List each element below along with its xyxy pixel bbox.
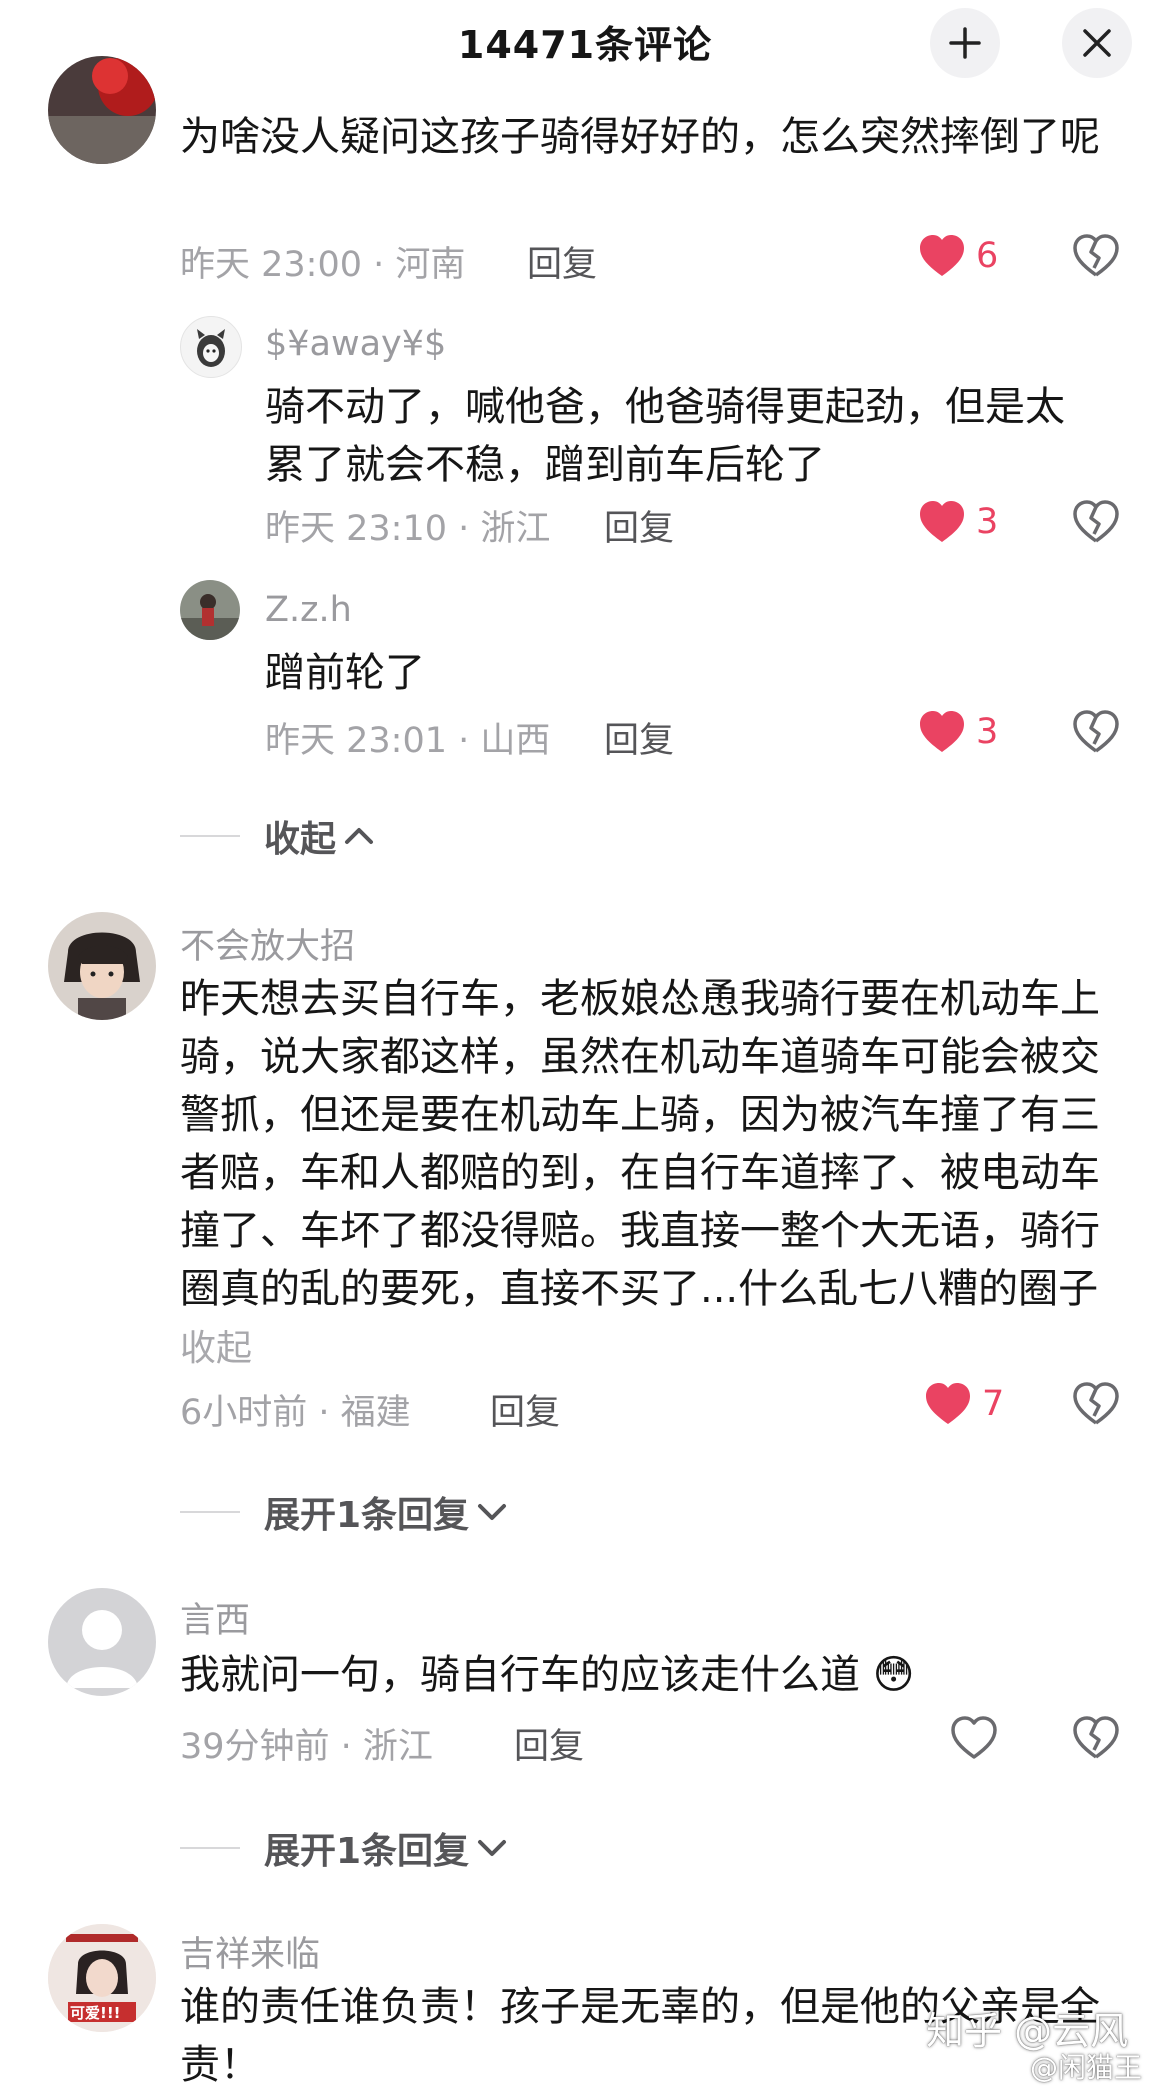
- like-button[interactable]: 3: [918, 710, 998, 754]
- comment-meta: 39分钟前 · 浙江: [180, 1727, 433, 1767]
- broken-heart-icon: [1073, 1716, 1119, 1759]
- broken-heart-icon: [1073, 500, 1119, 543]
- heart-filled-icon: [920, 501, 964, 542]
- broken-heart-icon: [1073, 234, 1119, 277]
- username[interactable]: 吉祥来临: [180, 1926, 320, 1977]
- like-count: 3: [976, 502, 999, 542]
- close-button[interactable]: [1062, 8, 1132, 78]
- reply-button[interactable]: 回复: [514, 1718, 584, 1769]
- comment-meta: 昨天 23:10 · 浙江: [265, 509, 551, 549]
- comments-header: 14471条评论: [0, 0, 1170, 84]
- broken-heart-icon: [1073, 1382, 1119, 1425]
- comment-body: 我就问一句，骑自行车的应该走什么道: [180, 1652, 860, 1698]
- expand-label: 展开1条回复: [264, 1831, 470, 1872]
- expand-replies-button[interactable]: 展开1条回复: [180, 1486, 509, 1538]
- chevron-down-icon: [478, 1840, 507, 1856]
- heart-filled-icon: [920, 235, 964, 276]
- comment-body: 昨天想去买自行车，老板娘怂恿我骑行要在机动车上骑，说大家都这样，虽然在机动车道骑…: [180, 976, 1100, 1312]
- comment-text: 蹭前轮了: [265, 650, 425, 696]
- avatar[interactable]: [180, 580, 240, 640]
- username[interactable]: 言西: [180, 1592, 250, 1643]
- like-count: 3: [976, 712, 999, 752]
- like-button[interactable]: 3: [918, 500, 998, 544]
- default-avatar-icon: [66, 1610, 138, 1688]
- like-button[interactable]: [950, 1716, 1008, 1760]
- collapse-label: 收起: [264, 819, 337, 860]
- expand-replies-button[interactable]: 展开1条回复: [180, 1822, 509, 1874]
- reply-button[interactable]: 回复: [527, 236, 597, 287]
- avatar-text: 可爱!!!: [70, 2004, 121, 2022]
- minimize-button[interactable]: [930, 8, 1000, 78]
- divider-line: [180, 1847, 240, 1849]
- like-button[interactable]: 6: [918, 234, 998, 278]
- heart-filled-icon: [926, 1383, 970, 1424]
- avatar[interactable]: 可爱!!!: [48, 1924, 156, 2032]
- like-count: 6: [976, 236, 999, 276]
- avatar[interactable]: [48, 912, 156, 1020]
- flushed-emoji-icon: 😳: [872, 1652, 915, 1698]
- collapse-replies-button[interactable]: 收起: [180, 810, 376, 862]
- chevron-up-icon: [345, 828, 374, 844]
- dislike-button[interactable]: [1072, 710, 1120, 758]
- heart-outline-icon: [951, 1716, 997, 1759]
- comment-text: 骑不动了，喊他爸，他爸骑得更起劲，但是太累了就会不稳，蹭到前车后轮了: [265, 384, 1065, 488]
- username[interactable]: $¥away¥$: [265, 324, 446, 364]
- comment-text: 为啥没人疑问这孩子骑得好好的，怎么突然摔倒了呢: [180, 114, 1100, 160]
- collapse-text-button[interactable]: 收起: [180, 1328, 252, 1369]
- comment-meta: 昨天 23:00 · 河南: [180, 245, 466, 285]
- reply-button[interactable]: 回复: [604, 500, 674, 551]
- watermark: @闲猫王: [1030, 2051, 1143, 2084]
- divider-line: [180, 835, 240, 837]
- avatar[interactable]: [180, 316, 242, 378]
- reply-button[interactable]: 回复: [604, 712, 674, 763]
- broken-heart-icon: [1073, 710, 1119, 753]
- chevron-down-icon: [478, 1504, 507, 1520]
- dislike-button[interactable]: [1072, 1382, 1120, 1430]
- comment-meta: 昨天 23:01 · 山西: [265, 721, 551, 761]
- reply-button[interactable]: 回复: [490, 1384, 560, 1435]
- like-button[interactable]: 7: [924, 1382, 1004, 1426]
- username[interactable]: Z.z.h: [265, 590, 352, 630]
- dislike-button[interactable]: [1072, 500, 1120, 548]
- avatar[interactable]: [48, 1588, 156, 1696]
- minimize-icon: [949, 27, 981, 59]
- comment-text: 我就问一句，骑自行车的应该走什么道 😳: [180, 1646, 1100, 1704]
- like-count: 7: [982, 1384, 1005, 1424]
- close-icon: [1083, 29, 1111, 57]
- expand-label: 展开1条回复: [264, 1495, 470, 1536]
- dislike-button[interactable]: [1072, 1716, 1120, 1764]
- avatar[interactable]: [48, 56, 156, 164]
- heart-filled-icon: [920, 711, 964, 752]
- comment-meta: 6小时前 · 福建: [180, 1393, 411, 1433]
- dislike-button[interactable]: [1072, 234, 1120, 282]
- comment-text: 昨天想去买自行车，老板娘怂恿我骑行要在机动车上骑，说大家都这样，虽然在机动车道骑…: [180, 970, 1100, 1378]
- divider-line: [180, 1511, 240, 1513]
- username[interactable]: 不会放大招: [180, 918, 355, 969]
